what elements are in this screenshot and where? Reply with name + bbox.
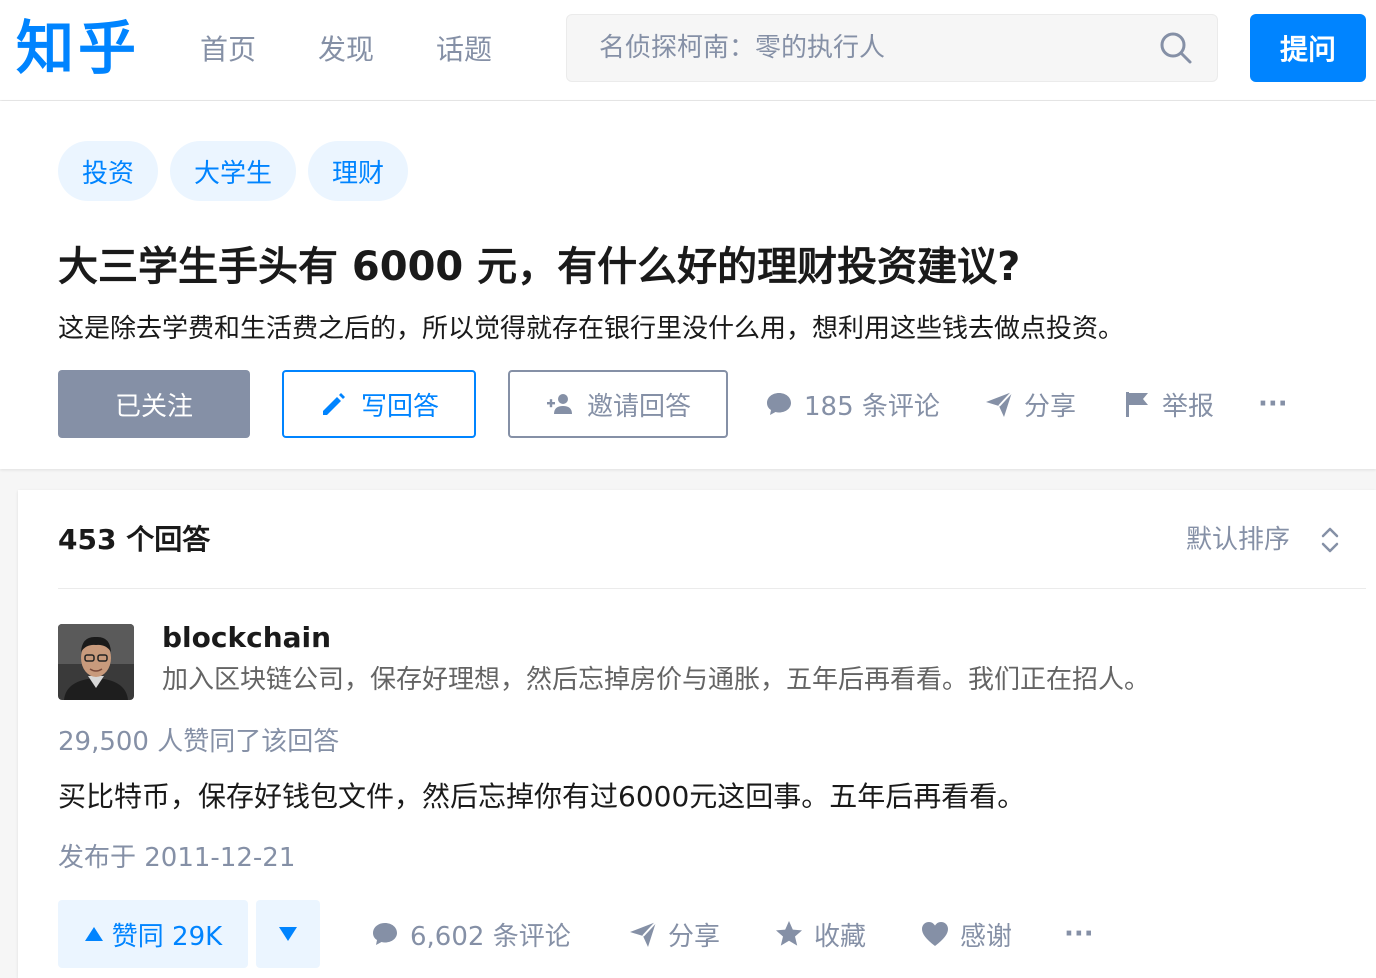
vote-summary[interactable]: 29,500 人赞同了该回答 (58, 722, 339, 762)
avatar-image (58, 624, 134, 700)
author-name[interactable]: blockchain (162, 618, 331, 658)
author-bio: 加入区块链公司，保存好理想，然后忘掉房价与通胀，五年后再看看。我们正在招人。 (162, 665, 1151, 695)
follow-button[interactable]: 已关注 (58, 370, 250, 438)
pencil-icon (322, 393, 345, 415)
collect-button[interactable]: 收藏 (774, 900, 866, 968)
comment-icon (373, 923, 397, 945)
topic-tag[interactable]: 大学生 (170, 141, 297, 201)
thanks-button[interactable]: 感谢 (920, 900, 1012, 968)
heart-icon (922, 922, 948, 946)
main-nav: 首页 发现 话题 (200, 30, 554, 70)
question-card: 投资 大学生 理财 大三学生手头有 6000 元，有什么好的理财投资建议? 这是… (0, 101, 1376, 469)
sort-dropdown[interactable]: 默认排序 (1186, 520, 1342, 560)
upvote-label: 赞同 29K (111, 921, 223, 952)
share-icon (986, 391, 1013, 417)
add-user-icon (546, 394, 572, 414)
answer-count: 453 个回答 (58, 523, 211, 556)
avatar[interactable] (58, 624, 134, 700)
search-icon[interactable] (1159, 31, 1193, 65)
answer-actions: 赞同 29K 6,602 条评论 分享 收藏 感谢 ··· (58, 900, 1358, 968)
nav-home[interactable]: 首页 (200, 30, 256, 70)
collect-label: 收藏 (814, 921, 867, 952)
comment-icon (767, 393, 791, 415)
question-actions: 已关注 写回答 邀请回答 185 条评论 分享 举报 ··· (58, 370, 1358, 438)
report-button[interactable]: 举报 (1122, 370, 1214, 438)
nav-topics[interactable]: 话题 (436, 30, 492, 70)
zhihu-logo[interactable]: 知乎 (16, 10, 140, 86)
sort-label: 默认排序 (1186, 525, 1291, 555)
write-answer-button[interactable]: 写回答 (282, 370, 476, 438)
triangle-up-icon (84, 927, 103, 941)
nav-explore[interactable]: 发现 (318, 30, 374, 70)
invite-answer-label: 邀请回答 (586, 391, 691, 422)
question-share-label: 分享 (1024, 391, 1077, 422)
answer-comments-button[interactable]: 6,602 条评论 (370, 900, 571, 968)
share-icon (630, 921, 657, 947)
topic-tag[interactable]: 理财 (308, 141, 409, 201)
topic-tags: 投资 大学生 理财 (58, 141, 420, 201)
question-comments-button[interactable]: 185 条评论 (764, 370, 940, 438)
search-box (566, 14, 1218, 82)
star-icon (776, 921, 802, 946)
invite-answer-button[interactable]: 邀请回答 (508, 370, 728, 438)
more-options-button[interactable]: ··· (1258, 370, 1288, 438)
answer-share-button[interactable]: 分享 (628, 900, 720, 968)
search-input[interactable] (599, 15, 1139, 81)
answer-share-label: 分享 (668, 921, 721, 952)
report-label: 举报 (1162, 391, 1215, 422)
upvote-button[interactable]: 赞同 29K (58, 900, 248, 968)
flag-icon (1126, 392, 1148, 417)
triangle-down-icon (279, 927, 297, 941)
thanks-label: 感谢 (960, 921, 1013, 952)
topic-tag[interactable]: 投资 (58, 141, 159, 201)
sort-arrows-icon (1321, 527, 1339, 553)
question-share-button[interactable]: 分享 (984, 370, 1076, 438)
top-header: 知乎 首页 发现 话题 提问 (0, 0, 1376, 100)
question-comments-label: 185 条评论 (804, 391, 940, 422)
publish-date[interactable]: 发布于 2011-12-21 (58, 838, 295, 878)
ask-question-button[interactable]: 提问 (1250, 14, 1366, 82)
answers-card: 453 个回答 默认排序 blockchain 加入区块链公司，保存好理想，然后… (18, 490, 1376, 978)
answer-comments-label: 6,602 条评论 (410, 921, 571, 952)
downvote-button[interactable] (256, 900, 320, 968)
answer-content: 买比特币，保存好钱包文件，然后忘掉你有过6000元这回事。五年后再看看。 (58, 780, 1026, 813)
question-detail: 这是除去学费和生活费之后的，所以觉得就存在银行里没什么用，想利用这些钱去做点投资… (58, 314, 1125, 344)
divider (58, 588, 1366, 589)
answer-more-button[interactable]: ··· (1064, 900, 1094, 968)
write-answer-label: 写回答 (360, 391, 439, 422)
question-title: 大三学生手头有 6000 元，有什么好的理财投资建议? (58, 244, 1021, 290)
